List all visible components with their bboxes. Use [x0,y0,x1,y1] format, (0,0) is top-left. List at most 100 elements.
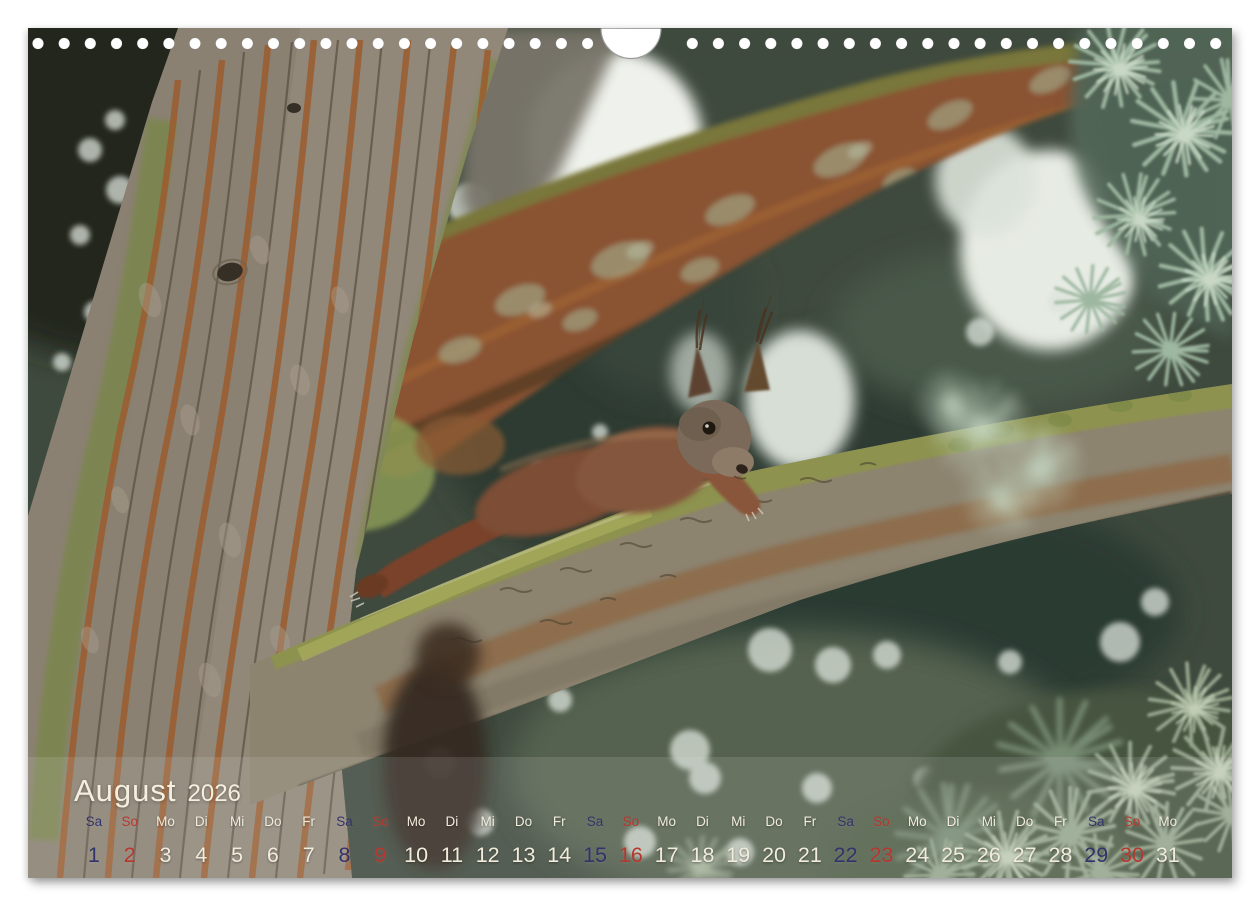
binding-hole [476,37,489,50]
month-title: August [74,773,177,808]
day-number: 22 [833,843,858,867]
day-number: 13 [511,843,536,867]
binding-hole [529,37,542,50]
day-number: 16 [618,843,643,867]
weekday-label: Do [514,814,533,829]
year-label: 2026 [187,780,241,807]
binding-hole [84,37,97,50]
weekday-label: Mi [480,814,495,829]
binding-hole [790,37,803,50]
day-number: 3 [159,843,172,867]
binding-hole [319,37,332,50]
weekday-label: Fr [803,814,817,829]
day-cell: So 30 [1114,813,1150,866]
month-title-group: August 2026 [74,774,241,808]
photo-august-squirrel [28,28,1232,878]
day-number: 7 [302,843,315,867]
day-cell: Do 27 [1007,813,1043,866]
binding-hole [869,37,882,50]
weekday-label: So [873,814,890,829]
weekday-label: So [1123,814,1141,829]
day-cell: Sa 8 [327,813,363,866]
day-cell: Do 20 [756,813,792,866]
weekday-label: So [121,814,138,829]
binding-hole [1105,37,1118,50]
weekday-label: Fr [1054,814,1067,829]
binding-hole [1052,37,1065,50]
binding-hole [921,37,934,50]
day-number: 24 [905,843,930,867]
calendar-product-photo: August 2026 Sa 1 So 2 Mo 3 Di 4 Mi 5 Do … [0,0,1260,908]
weekday-label: Mo [657,814,677,829]
day-number: 21 [797,843,822,867]
binding-hole [581,37,594,50]
day-cell: Mi 12 [470,813,506,866]
binding-hole [372,37,385,50]
binding-hole [712,37,725,50]
weekday-label: Sa [85,814,103,829]
day-cell: Mo 31 [1150,813,1186,866]
weekday-label: So [622,814,640,829]
weekday-label: Mo [406,814,426,829]
weekday-label: Mo [156,814,175,829]
day-number: 19 [726,843,751,867]
binding-hole [895,37,908,50]
day-number: 6 [266,843,279,867]
binding-hole [267,37,280,50]
day-cell: Sa 22 [828,813,864,866]
binding-hole [293,37,306,50]
day-cell: So 23 [864,813,900,866]
weekday-label: Mo [1158,814,1178,829]
weekday-label: Do [765,814,783,829]
day-number: 11 [440,843,464,867]
day-number: 28 [1048,843,1073,867]
day-number: 9 [374,843,387,867]
binding-hole [948,37,961,50]
weekday-label: Do [1015,814,1034,829]
binding-hole [110,37,123,50]
day-cell: Di 11 [434,813,470,866]
binding-hole [136,37,149,50]
day-number: 14 [547,843,572,867]
calendar-days-row: Sa 1 So 2 Mo 3 Di 4 Mi 5 Do 6 Fr 7 Sa 8 … [76,813,1186,866]
day-number: 15 [583,843,608,867]
day-number: 8 [338,843,351,867]
binding-hole [58,37,71,50]
day-cell: Fr 14 [541,813,577,866]
day-cell: Sa 1 [76,813,112,866]
day-cell: Mo 3 [148,813,184,866]
day-cell: Do 13 [506,813,542,866]
day-number: 25 [941,843,965,867]
binding-hole [1000,37,1013,50]
day-number: 31 [1155,843,1180,867]
binding-hole [32,37,45,50]
day-cell: Fr 28 [1043,813,1079,866]
weekday-label: So [372,814,389,829]
binding-hole [1131,37,1144,50]
day-cell: Mi 5 [219,813,255,866]
day-number: 20 [762,843,786,867]
day-cell: Sa 29 [1078,813,1114,866]
weekday-label: Mo [907,814,927,829]
binding-hole [817,37,830,50]
day-number: 27 [1012,843,1037,867]
day-cell: So 9 [362,813,398,866]
binding-hole [1209,37,1222,50]
weekday-label: Fr [552,814,566,829]
binding-hole [503,37,516,50]
weekday-label: Mi [981,814,996,829]
binding-hole [345,37,358,50]
binding-hole [424,37,437,50]
binding-hole [1026,37,1039,50]
day-cell: Fr 21 [792,813,828,866]
weekday-label: Fr [302,814,316,829]
day-cell: Mo 24 [899,813,935,866]
weekday-label: Sa [336,814,353,829]
binding-hole [555,37,568,50]
day-number: 23 [869,843,894,867]
day-number: 5 [231,843,244,867]
day-cell: Di 4 [183,813,219,866]
day-number: 4 [195,843,208,867]
day-cell: Mi 26 [971,813,1007,866]
binding-hole [1078,37,1091,50]
